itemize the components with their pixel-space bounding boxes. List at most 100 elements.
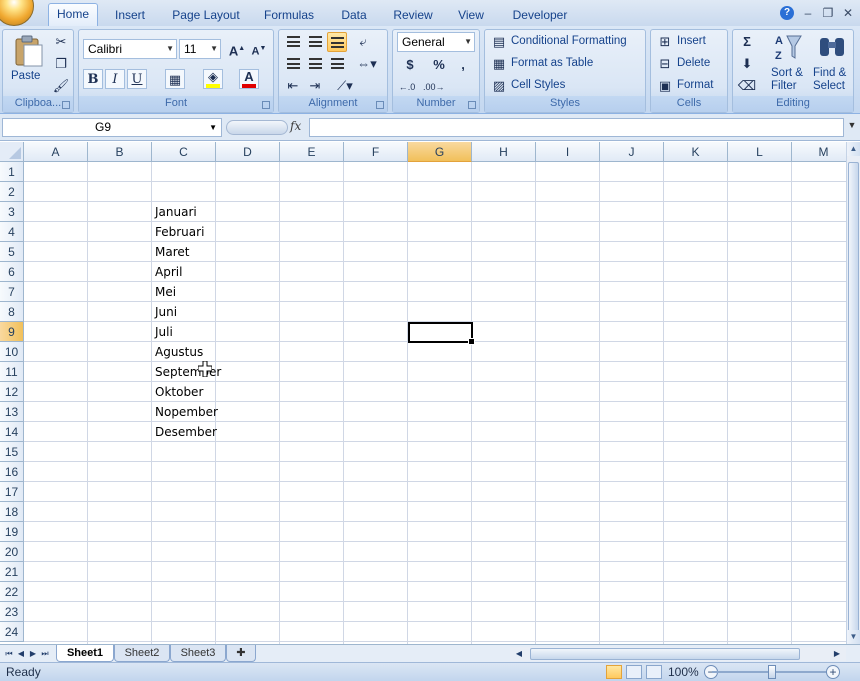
row-header-9[interactable]: 9 (0, 322, 24, 342)
number-format-combo[interactable]: General ▼ (397, 32, 475, 52)
column-header-e[interactable]: E (280, 142, 344, 162)
orientation-icon[interactable]: ⟋▾ (331, 76, 359, 96)
page-break-view-icon[interactable] (646, 665, 662, 679)
sheet-tab-sheet3[interactable]: Sheet3 (170, 645, 226, 662)
row-header-20[interactable]: 20 (0, 542, 24, 562)
zoom-slider-thumb[interactable] (768, 665, 776, 679)
comma-button[interactable]: , (453, 55, 473, 75)
cell-c8[interactable]: Juni (152, 302, 177, 322)
merge-center-icon[interactable]: ⇔▾ (353, 54, 381, 74)
cell-c4[interactable]: Februari (152, 222, 204, 242)
cell-c6[interactable]: April (152, 262, 182, 282)
next-sheet-icon[interactable]: ▶ (28, 647, 38, 660)
bold-button[interactable]: B (83, 69, 103, 89)
sort-filter-button[interactable]: A Z Sort & Filter (767, 32, 809, 94)
font-name-combo[interactable]: Calibri ▼ (83, 39, 177, 59)
row-header-5[interactable]: 5 (0, 242, 24, 262)
currency-button[interactable]: $ (397, 55, 423, 75)
cell-c9[interactable]: Juli (152, 322, 173, 342)
cell-c10[interactable]: Agustus (152, 342, 203, 362)
scroll-right-icon[interactable]: ▶ (832, 647, 842, 660)
row-header-24[interactable]: 24 (0, 622, 24, 642)
tab-view[interactable]: View (452, 6, 490, 26)
office-button[interactable] (0, 0, 34, 26)
prev-sheet-icon[interactable]: ◀ (16, 647, 26, 660)
alignment-launcher-icon[interactable] (376, 101, 384, 109)
vertical-scroll-thumb[interactable] (848, 162, 859, 632)
row-header-15[interactable]: 15 (0, 442, 24, 462)
insert-cells-button[interactable]: ⊞ Insert (655, 32, 725, 52)
copy-icon[interactable]: ❐ (51, 54, 71, 74)
column-header-g[interactable]: G (408, 142, 472, 162)
find-select-button[interactable]: Find & Select (811, 32, 853, 94)
increase-indent-icon[interactable]: ⇥ (305, 76, 325, 96)
row-header-13[interactable]: 13 (0, 402, 24, 422)
row-header-16[interactable]: 16 (0, 462, 24, 482)
tab-review[interactable]: Review (388, 6, 438, 26)
zoom-level[interactable]: 100% (668, 665, 699, 679)
select-all-corner[interactable] (0, 142, 24, 162)
fill-color-icon[interactable]: ◈ (203, 69, 223, 89)
align-center-icon[interactable] (305, 54, 325, 74)
conditional-formatting-button[interactable]: ▤ Conditional Formatting (489, 32, 643, 52)
font-size-combo[interactable]: 11 ▼ (179, 39, 221, 59)
wrap-text-icon[interactable]: ⤶ (353, 32, 373, 52)
minimize-icon[interactable]: – (802, 6, 814, 20)
column-header-j[interactable]: J (600, 142, 664, 162)
last-sheet-icon[interactable]: ⏭ (40, 647, 50, 660)
insert-sheet-icon[interactable]: ✚ (226, 645, 256, 662)
zoom-in-icon[interactable]: + (826, 665, 840, 679)
cut-icon[interactable]: ✂ (51, 32, 71, 52)
column-header-i[interactable]: I (536, 142, 600, 162)
percent-button[interactable]: % (429, 55, 449, 75)
grow-font-icon[interactable]: A▲ (227, 39, 247, 59)
page-layout-view-icon[interactable] (626, 665, 642, 679)
row-header-23[interactable]: 23 (0, 602, 24, 622)
scroll-down-icon[interactable]: ▼ (847, 630, 860, 644)
row-header-11[interactable]: 11 (0, 362, 24, 382)
number-launcher-icon[interactable] (468, 101, 476, 109)
insert-function-icon[interactable]: fx (290, 119, 301, 133)
row-header-22[interactable]: 22 (0, 582, 24, 602)
sheet-tab-sheet2[interactable]: Sheet2 (114, 645, 170, 662)
cell-c3[interactable]: Januari (152, 202, 197, 222)
close-icon[interactable]: ✕ (842, 6, 854, 20)
paste-button[interactable]: Paste (7, 32, 49, 94)
row-header-10[interactable]: 10 (0, 342, 24, 362)
fill-icon[interactable]: ⬇ (737, 54, 757, 74)
format-painter-icon[interactable]: 🖌 (51, 76, 71, 96)
worksheet-grid[interactable]: ABCDEFGHIJKLM 1 2 3 4 5 6 7 8 9 10 11 12 13 14 15 16 17 1… (0, 142, 846, 644)
column-header-b[interactable]: B (88, 142, 152, 162)
column-header-h[interactable]: H (472, 142, 536, 162)
align-middle-icon[interactable] (305, 32, 325, 52)
format-as-table-button[interactable]: ▦ Format as Table (489, 54, 643, 74)
help-icon[interactable]: ? (780, 6, 794, 20)
format-cells-button[interactable]: ▣ Format (655, 76, 725, 96)
column-header-l[interactable]: L (728, 142, 792, 162)
tab-formulas[interactable]: Formulas (258, 6, 320, 26)
align-bottom-icon[interactable] (327, 32, 347, 52)
row-header-7[interactable]: 7 (0, 282, 24, 302)
shrink-font-icon[interactable]: A▼ (249, 39, 269, 59)
horizontal-scroll-thumb[interactable] (530, 648, 800, 660)
row-header-12[interactable]: 12 (0, 382, 24, 402)
underline-button[interactable]: U (127, 69, 147, 89)
column-header-c[interactable]: C (152, 142, 216, 162)
column-header-d[interactable]: D (216, 142, 280, 162)
cell-c14[interactable]: Desember (152, 422, 217, 442)
delete-cells-button[interactable]: ⊟ Delete (655, 54, 725, 74)
column-header-f[interactable]: F (344, 142, 408, 162)
row-header-4[interactable]: 4 (0, 222, 24, 242)
autosum-button[interactable]: Σ (737, 32, 757, 52)
row-header-2[interactable]: 2 (0, 182, 24, 202)
scroll-up-icon[interactable]: ▲ (847, 142, 860, 156)
normal-view-icon[interactable] (606, 665, 622, 679)
borders-icon[interactable]: ▦ (165, 69, 185, 89)
scroll-left-icon[interactable]: ◀ (514, 647, 524, 660)
column-header-a[interactable]: A (24, 142, 88, 162)
row-header-14[interactable]: 14 (0, 422, 24, 442)
column-header-k[interactable]: K (664, 142, 728, 162)
row-header-18[interactable]: 18 (0, 502, 24, 522)
cell-c7[interactable]: Mei (152, 282, 176, 302)
name-box[interactable]: G9 ▼ (2, 118, 222, 137)
